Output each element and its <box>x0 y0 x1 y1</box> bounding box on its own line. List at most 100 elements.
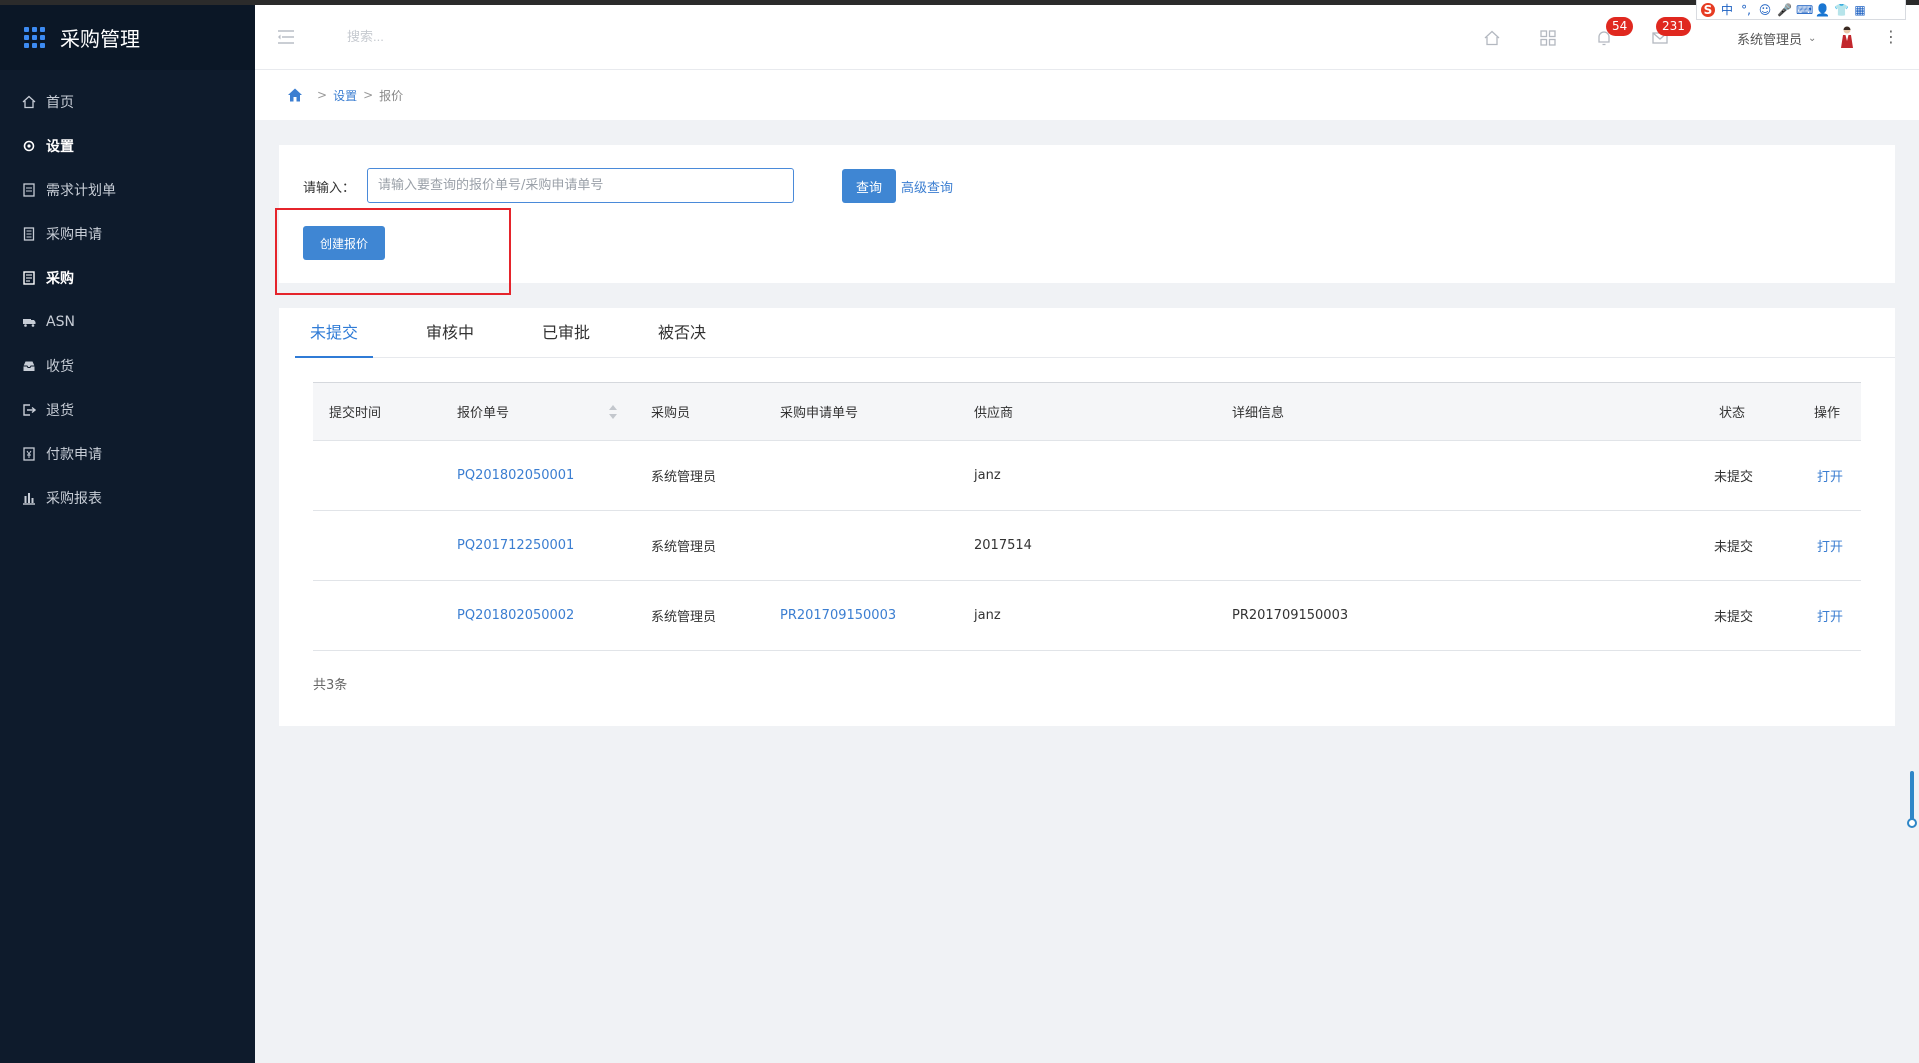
breadcrumb-current: 报价 <box>379 88 404 103</box>
microphone-icon[interactable]: 🎤 <box>1777 3 1792 17</box>
cell-pr-no-link[interactable]: PR201709150003 <box>780 608 896 623</box>
sidebar-item-label: 需求计划单 <box>46 183 116 199</box>
sidebar-item-label: 付款申请 <box>46 447 102 463</box>
open-link[interactable]: 打开 <box>1817 466 1843 485</box>
sidebar-item-purchase[interactable]: 采购 <box>0 256 255 300</box>
cell-detail: PR201709150003 <box>1232 608 1349 623</box>
sidebar-nav: 首页 设置 需求计划单 采购申请 采购 ASN 收货 退货 付款申请 采购报表 <box>0 70 255 520</box>
sidebar: 采购管理 首页 设置 需求计划单 采购申请 采购 ASN 收货 退货 付款申请 … <box>0 5 255 1063</box>
keyboard-icon[interactable]: ⌨ <box>1796 3 1813 17</box>
total-count: 共3条 <box>313 678 348 693</box>
avatar[interactable] <box>1839 25 1855 49</box>
sidebar-item-label: 收货 <box>46 359 74 375</box>
open-link[interactable]: 打开 <box>1817 536 1843 555</box>
ime-toolbar: S 中 °, ☺ 🎤 ⌨ 👤 👕 ▦ <box>1696 0 1906 20</box>
cell-status: 未提交 <box>1714 470 1754 485</box>
return-icon <box>22 403 36 417</box>
cell-quote-no-link[interactable]: PQ201802050002 <box>457 608 574 623</box>
list-icon <box>22 271 36 285</box>
punctuation-icon[interactable]: °, <box>1739 3 1753 17</box>
sidebar-item-purchase-reports[interactable]: 采购报表 <box>0 476 255 520</box>
more-vertical-icon[interactable]: ⋮ <box>1883 27 1899 46</box>
query-label: 请输入： <box>303 181 356 196</box>
scrollbar-handle[interactable] <box>1907 818 1917 828</box>
grid-icon[interactable] <box>1539 29 1557 47</box>
breadcrumb: > 设置 > 报价 <box>255 70 1919 120</box>
column-header-quote-no[interactable]: 报价单号 <box>457 402 509 421</box>
query-panel: 请输入： 查询 高级查询 创建报价 <box>279 145 1895 283</box>
chevron-down-icon: ⌄ <box>1808 33 1817 44</box>
create-quote-button[interactable]: 创建报价 <box>303 226 385 260</box>
home-icon[interactable] <box>287 87 303 103</box>
breadcrumb-separator: > <box>363 88 374 102</box>
cell-buyer: 系统管理员 <box>651 470 717 485</box>
toolbox-icon[interactable]: ▦ <box>1853 3 1867 17</box>
cell-quote-no-link[interactable]: PQ201802050001 <box>457 468 574 483</box>
column-header-status[interactable]: 状态 <box>1719 402 1745 421</box>
sidebar-item-payment-request[interactable]: 付款申请 <box>0 432 255 476</box>
cell-quote-no-link[interactable]: PQ201712250001 <box>457 538 574 553</box>
scrollbar-thumb[interactable] <box>1910 771 1914 823</box>
table-row: PQ201712250001 系统管理员 2017514 未提交 打开 <box>313 511 1861 581</box>
sidebar-item-returns[interactable]: 退货 <box>0 388 255 432</box>
column-header-submit-time[interactable]: 提交时间 <box>329 402 381 421</box>
sidebar-item-receiving[interactable]: 收货 <box>0 344 255 388</box>
header-search-input[interactable] <box>347 29 547 44</box>
sidebar-item-settings[interactable]: 设置 <box>0 124 255 168</box>
app-title: 采购管理 <box>60 27 140 51</box>
sidebar-item-label: 采购申请 <box>46 227 102 243</box>
column-header-pr-no[interactable]: 采购申请单号 <box>780 402 858 421</box>
user-settings-icon[interactable]: 👤 <box>1815 3 1830 17</box>
cell-buyer: 系统管理员 <box>651 540 717 555</box>
home-icon <box>22 95 36 109</box>
skin-icon[interactable]: 👕 <box>1834 3 1849 17</box>
gear-icon <box>22 139 36 153</box>
message-count-badge: 231 <box>1656 17 1691 36</box>
user-name: 系统管理员 <box>1737 33 1803 48</box>
sidebar-item-label: 退货 <box>46 403 74 419</box>
open-link[interactable]: 打开 <box>1817 606 1843 625</box>
menu-toggle-icon[interactable] <box>277 29 295 45</box>
advanced-query-link[interactable]: 高级查询 <box>901 177 953 196</box>
table-row: PQ201802050001 系统管理员 janz 未提交 打开 <box>313 441 1861 511</box>
inbox-icon <box>22 359 36 373</box>
sidebar-item-purchase-request[interactable]: 采购申请 <box>0 212 255 256</box>
status-tabs: 未提交 审核中 已审批 被否决 <box>295 308 1895 358</box>
cell-supplier: 2017514 <box>974 538 1032 553</box>
column-header-buyer[interactable]: 采购员 <box>651 402 690 421</box>
breadcrumb-settings[interactable]: 设置 <box>333 87 357 104</box>
sidebar-item-demand-plan[interactable]: 需求计划单 <box>0 168 255 212</box>
home-icon[interactable] <box>1483 29 1501 47</box>
column-header-detail[interactable]: 详细信息 <box>1232 402 1284 421</box>
sogou-logo-icon[interactable]: S <box>1701 2 1715 17</box>
truck-icon <box>22 315 36 329</box>
breadcrumb-separator: > <box>317 88 328 102</box>
user-menu[interactable]: 系统管理员 ⌄ <box>1737 29 1816 48</box>
apps-grid-icon[interactable] <box>24 26 46 49</box>
cell-status: 未提交 <box>1714 610 1754 625</box>
quote-table: 提交时间 报价单号 采购员 采购申请单号 供应商 详细信息 状态 操作 PQ20… <box>313 382 1861 651</box>
sort-icon[interactable] <box>608 403 618 421</box>
tab-approved[interactable]: 已审批 <box>527 308 605 358</box>
cell-supplier: janz <box>974 608 1001 623</box>
sidebar-item-label: 采购报表 <box>46 491 102 507</box>
sidebar-item-home[interactable]: 首页 <box>0 80 255 124</box>
sidebar-item-label: ASN <box>46 314 75 330</box>
quote-search-input[interactable] <box>367 168 794 203</box>
column-header-supplier[interactable]: 供应商 <box>974 402 1013 421</box>
table-header-row: 提交时间 报价单号 采购员 采购申请单号 供应商 详细信息 状态 操作 <box>313 382 1861 441</box>
query-button[interactable]: 查询 <box>842 169 896 203</box>
emoji-icon[interactable]: ☺ <box>1758 3 1772 17</box>
tab-unsubmitted[interactable]: 未提交 <box>295 308 374 358</box>
chinese-mode-icon[interactable]: 中 <box>1720 3 1734 17</box>
cell-buyer: 系统管理员 <box>651 610 717 625</box>
tab-rejected[interactable]: 被否决 <box>643 308 721 358</box>
sidebar-item-label: 采购 <box>46 271 74 287</box>
sidebar-item-asn[interactable]: ASN <box>0 300 255 344</box>
tab-under-review[interactable]: 审核中 <box>411 308 489 358</box>
sidebar-item-label: 首页 <box>46 95 74 111</box>
top-header: 54 231 系统管理员 ⌄ ⋮ <box>255 5 1919 70</box>
column-header-action[interactable]: 操作 <box>1814 402 1840 421</box>
table-row: PQ201802050002 系统管理员 PR201709150003 janz… <box>313 581 1861 651</box>
sidebar-item-label: 设置 <box>46 139 74 155</box>
